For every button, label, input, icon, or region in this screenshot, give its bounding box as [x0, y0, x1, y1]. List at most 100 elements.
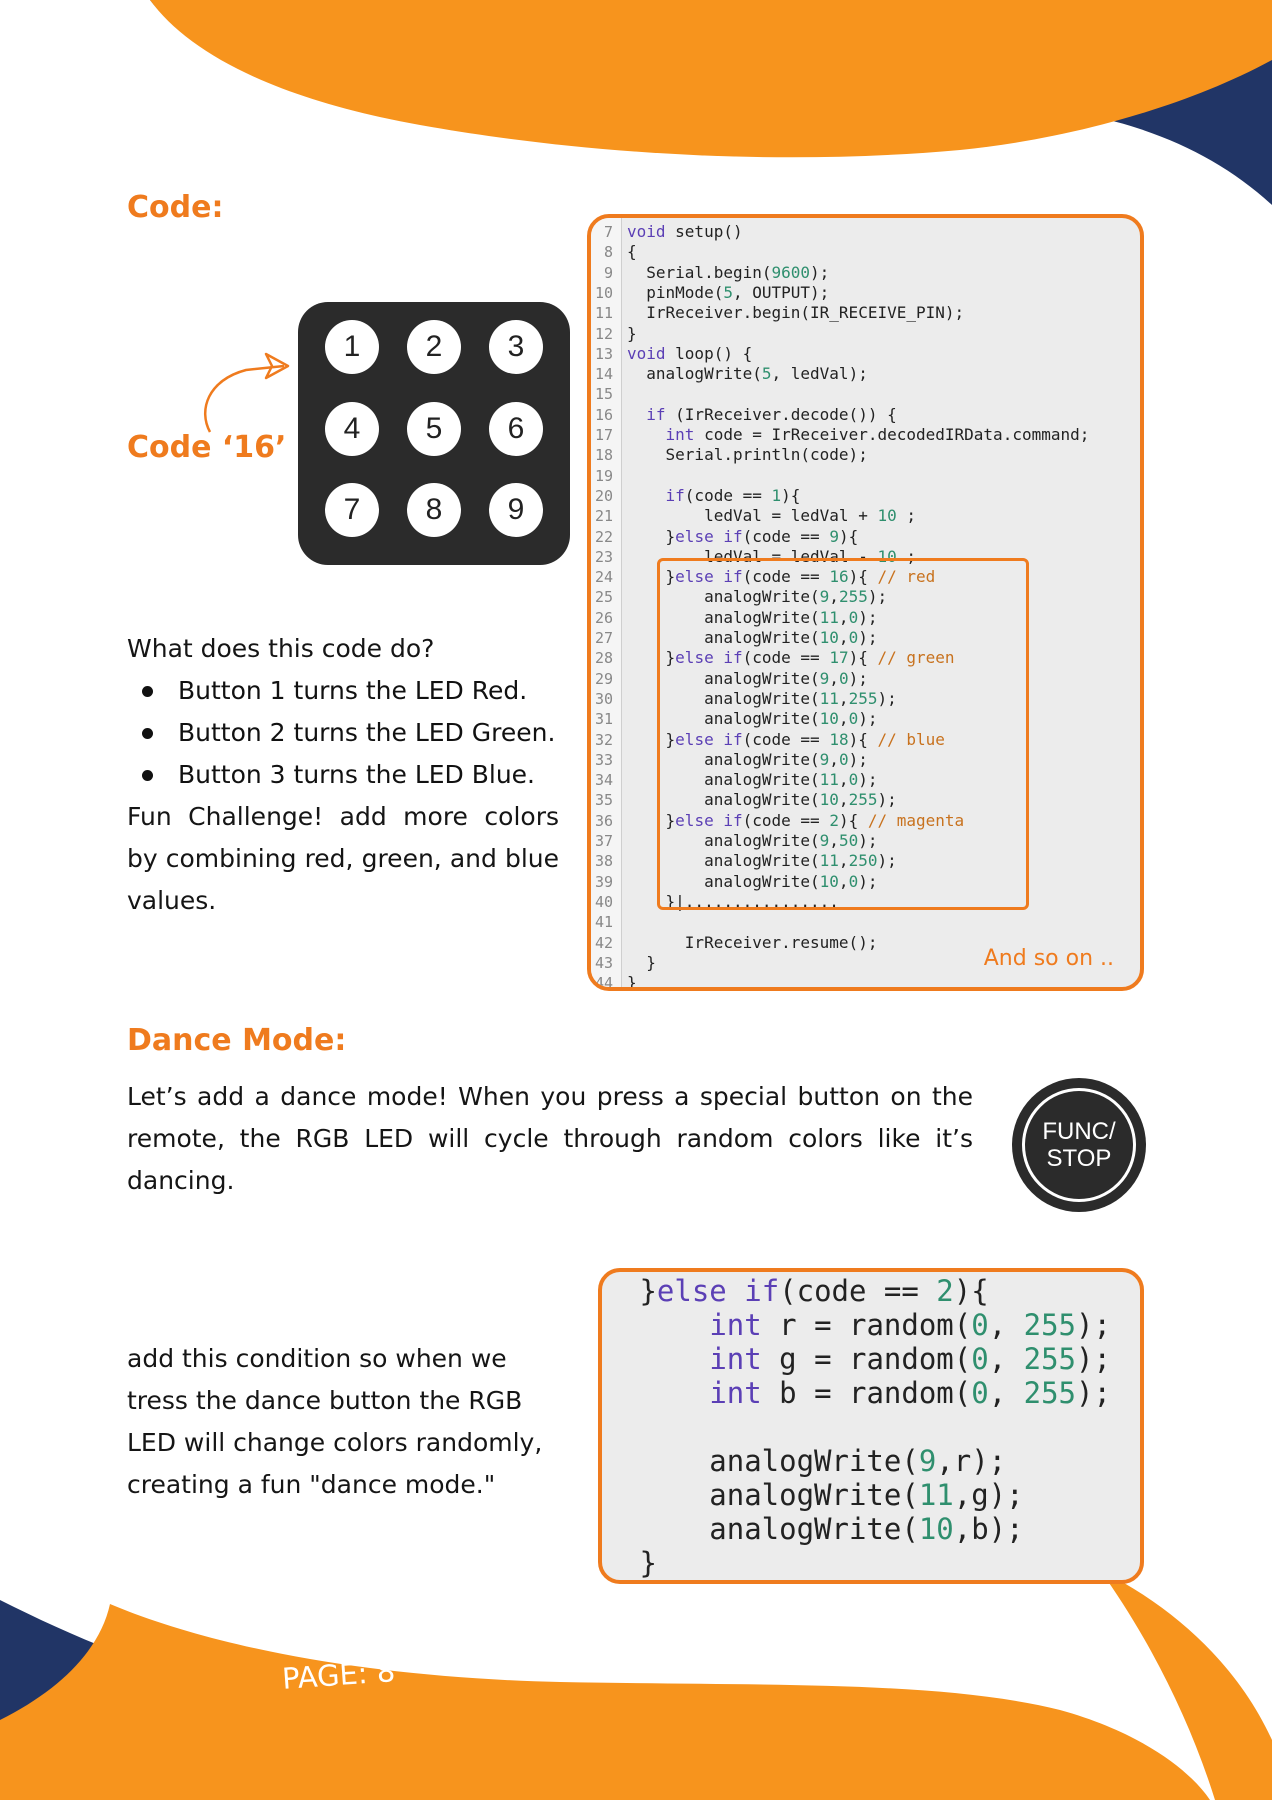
dance-code-screenshot: }else if(code == 2){ int r = random(0, 2… [598, 1268, 1144, 1584]
code-line: analogWrite(10,b); [622, 1512, 1024, 1546]
and-so-on-note: And so on .. [983, 946, 1114, 971]
top-wave-decoration [150, 0, 1272, 205]
line-number: 42 [594, 933, 613, 952]
line-number: 41 [594, 913, 613, 932]
code-line: 12} [591, 324, 637, 344]
line-number: 10 [594, 283, 613, 302]
code-line: 19 [591, 466, 627, 486]
code-text: IrReceiver.resume(); [627, 932, 878, 952]
question-text: What does this code do? [127, 634, 435, 663]
highlight-box [657, 558, 1029, 910]
keypad-key-1: 1 [325, 320, 379, 374]
line-number: 14 [594, 365, 613, 384]
list-item: Button 3 turns the LED Blue. [127, 754, 555, 796]
challenge-text: Fun Challenge! add more colors by combin… [127, 802, 559, 915]
code-text: Serial.println(code); [627, 445, 868, 465]
code-line: 20 if(code == 1){ [591, 486, 800, 506]
line-number: 25 [594, 588, 613, 607]
line-number: 31 [594, 710, 613, 729]
code-line: }else if(code == 2){ [622, 1274, 989, 1308]
code-text: } [627, 952, 656, 972]
line-number: 12 [594, 324, 613, 343]
line-number: 33 [594, 750, 613, 769]
code-line: 16 if (IrReceiver.decode()) { [591, 405, 897, 425]
line-number: 18 [594, 446, 613, 465]
code-text: if (IrReceiver.decode()) { [646, 404, 897, 424]
code-line: int r = random(0, 255); [709, 1308, 1111, 1342]
bottom-wave-decoration [0, 1570, 1272, 1800]
func-stop-line-1: FUNC/ [1042, 1118, 1116, 1145]
list-item: Button 2 turns the LED Green. [127, 712, 555, 754]
code-line: } [622, 1546, 657, 1580]
code-line: analogWrite(9,r); [622, 1444, 1007, 1478]
line-number: 8 [603, 243, 613, 262]
line-number: 16 [594, 405, 613, 424]
code-16-label: Code ‘16’ [127, 430, 287, 465]
dance-condition-text: add this condition so when we tress the … [127, 1344, 543, 1499]
line-number: 34 [594, 771, 613, 790]
line-number: 32 [594, 730, 613, 749]
dance-mode-heading: Dance Mode: [127, 1023, 347, 1058]
code-line: int g = random(0, 255); [709, 1342, 1111, 1376]
line-number: 40 [594, 892, 613, 911]
code-line: 9 Serial.begin(9600); [591, 263, 829, 283]
line-number: 20 [594, 486, 613, 505]
keypad-key-9: 9 [489, 483, 543, 537]
code-line: 21 ledVal = ledVal + 10 ; [591, 506, 916, 526]
line-number: 21 [594, 507, 613, 526]
code-line: 44} [591, 973, 637, 991]
line-number: 43 [594, 953, 613, 972]
list-item: Button 1 turns the LED Red. [127, 670, 555, 712]
line-number: 29 [594, 669, 613, 688]
code-line: 10 pinMode(5, OUTPUT); [591, 283, 829, 303]
keypad-key-7: 7 [325, 483, 379, 537]
line-number: 44 [594, 974, 613, 991]
func-stop-line-2: STOP [1046, 1145, 1112, 1172]
code-line: 41 [591, 912, 627, 932]
line-number: 36 [594, 811, 613, 830]
bullet-list: Button 1 turns the LED Red. Button 2 tur… [127, 670, 555, 796]
line-number: 7 [603, 223, 613, 241]
code-heading: Code: [127, 190, 224, 225]
line-number: 19 [594, 466, 613, 485]
code-screenshot: 7 void setup() 8{9 Serial.begin(9600); 10 p… [587, 214, 1144, 991]
line-number: 37 [594, 832, 613, 850]
line-number: 17 [594, 426, 613, 444]
keypad-key-8: 8 [407, 483, 461, 537]
code-text: void loop() { [627, 343, 753, 363]
code-line: 7 void setup() [591, 222, 743, 242]
code-text: IrReceiver.begin(IR_RECEIVE_PIN); [627, 303, 965, 323]
line-number: 23 [594, 547, 613, 566]
code-line: 18 Serial.println(code); [591, 445, 868, 465]
code-text: int code = IrReceiver.decodedIRData.comm… [665, 425, 1090, 444]
code-text: }else if(code == 9){ [627, 526, 859, 546]
keypad-key-2: 2 [407, 320, 461, 374]
code-text: Serial.begin(9600); [627, 262, 830, 282]
line-number: 26 [594, 608, 613, 627]
line-number: 39 [594, 872, 613, 891]
func-stop-button-image: FUNC/ STOP [1012, 1078, 1146, 1212]
keypad-key-4: 4 [325, 402, 379, 456]
code-line: 22 }else if(code == 9){ [591, 527, 858, 547]
code-text: { [627, 242, 637, 262]
remote-keypad-image: 1 2 3 4 5 6 7 8 9 [298, 302, 570, 565]
line-number: 13 [594, 344, 613, 363]
line-number: 15 [594, 385, 613, 404]
line-number: 27 [594, 629, 613, 647]
code-line: analogWrite(11,g); [622, 1478, 1024, 1512]
code-text: } [627, 973, 637, 991]
dance-mode-text: Let’s add a dance mode! When you press a… [127, 1082, 973, 1195]
line-number: 24 [594, 568, 613, 587]
line-number: 22 [594, 527, 613, 546]
line-number: 11 [594, 304, 613, 323]
code-text: pinMode(5, OUTPUT); [627, 282, 830, 302]
keypad-key-5: 5 [407, 402, 461, 456]
code-text: ledVal = ledVal + 10 ; [627, 506, 916, 526]
keypad-key-3: 3 [489, 320, 543, 374]
code-line: 14 analogWrite(5, ledVal); [591, 364, 868, 384]
line-number: 9 [603, 263, 613, 282]
code-line: 42 IrReceiver.resume(); [591, 932, 878, 953]
line-number: 35 [594, 791, 613, 810]
code-line: 8{ [591, 242, 637, 262]
code-text: if(code == 1){ [665, 485, 801, 505]
